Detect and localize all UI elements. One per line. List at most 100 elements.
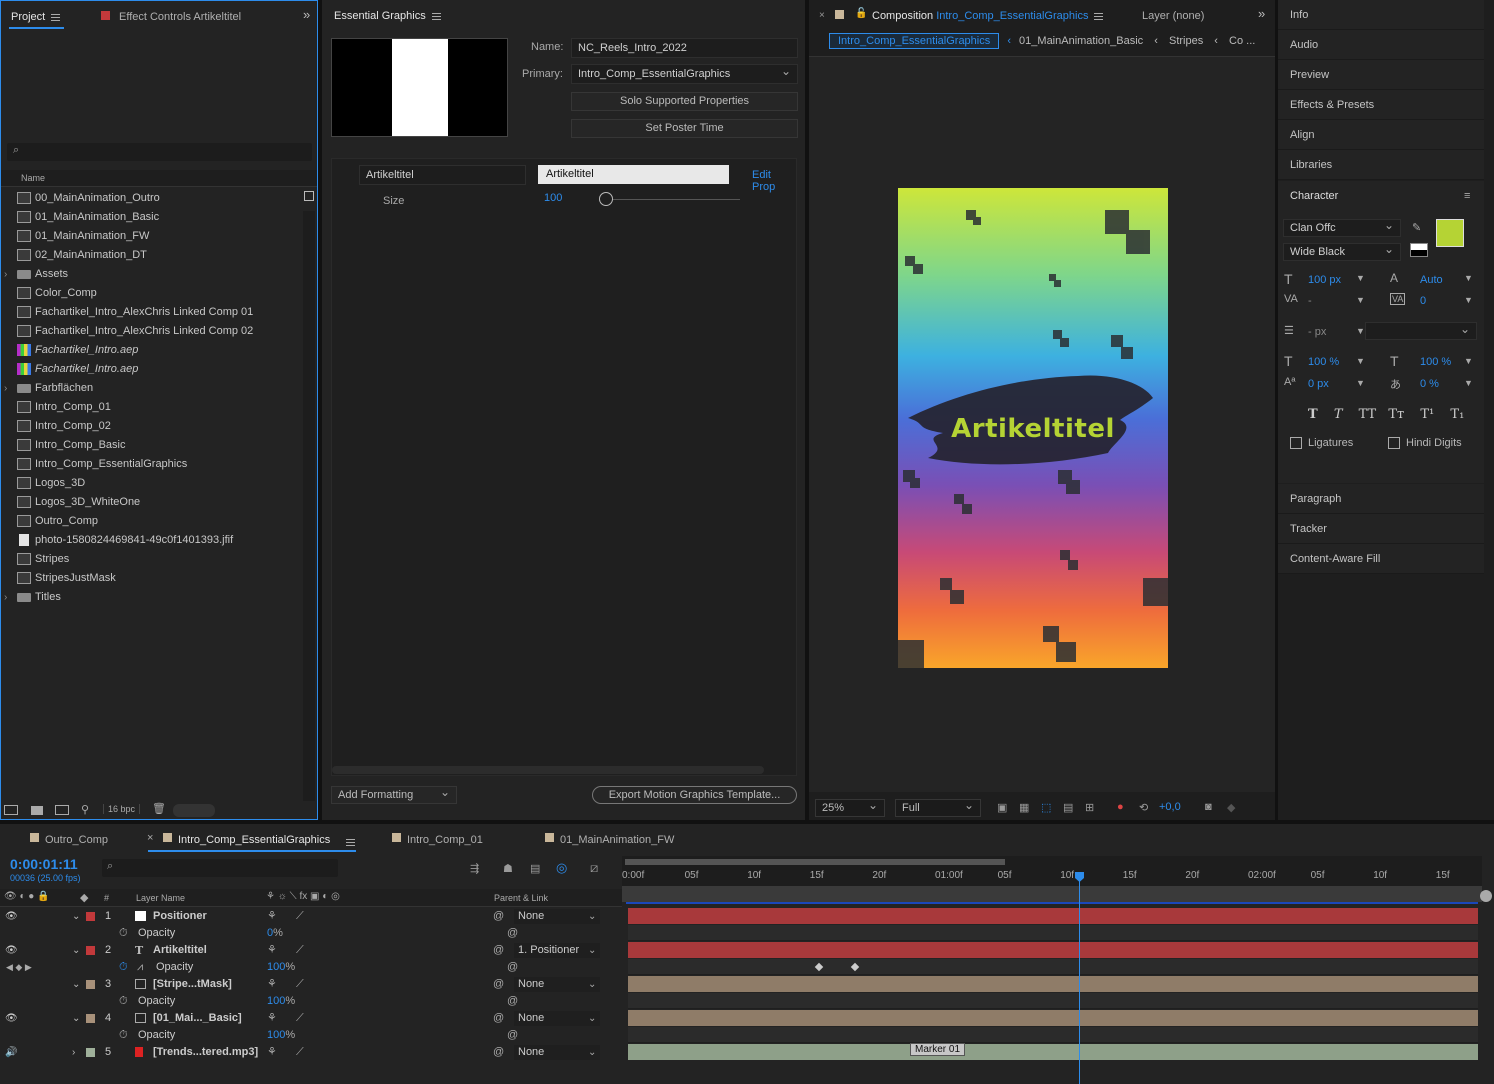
superscript-icon[interactable]: T¹ bbox=[1420, 407, 1434, 422]
exposure-reset-icon[interactable]: ⟲ bbox=[1139, 801, 1148, 814]
timeline-tab[interactable]: Intro_Comp_01 bbox=[407, 824, 483, 854]
shy-switch-icon[interactable]: ⚘ bbox=[267, 908, 277, 925]
tsume-value[interactable]: 0 % bbox=[1420, 378, 1439, 390]
set-poster-time-button[interactable]: Set Poster Time bbox=[571, 119, 798, 138]
stopwatch-icon[interactable]: ⏱ bbox=[119, 993, 128, 1010]
edit-properties-link[interactable]: Edit Prop bbox=[752, 169, 796, 193]
breadcrumb-item-current[interactable]: Intro_Comp_EssentialGraphics bbox=[829, 33, 1000, 49]
expression-pickwhip-icon[interactable]: @ bbox=[507, 1027, 518, 1044]
baseline-shift-value[interactable]: 0 px bbox=[1308, 378, 1329, 390]
property-row[interactable]: ⏱ Opacity 0% @ bbox=[0, 925, 622, 942]
kerning-value[interactable]: - bbox=[1308, 295, 1312, 307]
pickwhip-icon[interactable]: @ bbox=[493, 1010, 504, 1027]
add-formatting-dropdown[interactable]: Add Formatting bbox=[331, 784, 457, 804]
exposure-value[interactable]: +0,0 bbox=[1159, 801, 1181, 813]
expression-pickwhip-icon[interactable]: @ bbox=[507, 959, 518, 976]
label-color-swatch[interactable] bbox=[86, 912, 95, 921]
solo-supported-properties-button[interactable]: Solo Supported Properties bbox=[571, 92, 798, 111]
expand-chevron-icon[interactable]: › bbox=[72, 1044, 75, 1061]
bit-depth-label[interactable]: 16 bpc bbox=[103, 804, 141, 814]
property-value[interactable]: 100% bbox=[267, 993, 295, 1010]
timeline-search-input[interactable]: ⌕ bbox=[102, 859, 338, 877]
comp-canvas[interactable]: Artikeltitel bbox=[898, 188, 1168, 668]
timeline-end-handle[interactable] bbox=[1480, 890, 1492, 902]
size-slider-handle[interactable] bbox=[599, 192, 613, 206]
faux-bold-icon[interactable]: T bbox=[1308, 407, 1318, 422]
vertical-scale-value[interactable]: 100 % bbox=[1308, 356, 1339, 368]
panel-menu-icon[interactable] bbox=[346, 838, 355, 846]
project-scrollbar[interactable] bbox=[303, 211, 315, 801]
expand-chevron-icon[interactable]: ⌄ bbox=[72, 976, 80, 993]
project-item[interactable]: Stripes bbox=[17, 550, 299, 569]
faux-italic-icon[interactable]: T bbox=[1334, 407, 1343, 422]
eye-icon[interactable]: 👁 bbox=[5, 1010, 18, 1027]
layer-duration-bar[interactable] bbox=[628, 942, 1478, 958]
expand-chevron-icon[interactable]: ⌄ bbox=[72, 1010, 80, 1027]
eye-icon[interactable]: 👁 bbox=[5, 942, 18, 959]
current-timecode[interactable]: 0:00:01:11 bbox=[10, 856, 78, 872]
project-item[interactable]: 01_MainAnimation_Basic bbox=[17, 208, 299, 227]
snapshot-icon[interactable]: ◙ bbox=[1205, 801, 1212, 813]
project-item[interactable]: Intro_Comp_Basic bbox=[17, 436, 299, 455]
hindi-digits-checkbox[interactable] bbox=[1388, 437, 1400, 449]
subscript-icon[interactable]: T₁ bbox=[1450, 407, 1464, 422]
tab-composition[interactable]: Composition Intro_Comp_EssentialGraphics bbox=[872, 0, 1104, 30]
vertical-scale-chevron-icon[interactable]: ▼ bbox=[1356, 356, 1365, 366]
panel-effects-presets[interactable]: Effects & Presets bbox=[1278, 90, 1484, 120]
eyedropper-icon[interactable]: ✎ bbox=[1412, 221, 1421, 234]
font-size-chevron-icon[interactable]: ▼ bbox=[1356, 273, 1365, 283]
project-item[interactable]: Fachartikel_Intro_AlexChris Linked Comp … bbox=[17, 322, 299, 341]
panel-info[interactable]: Info bbox=[1278, 0, 1484, 30]
layer-name[interactable]: [Trends...tered.mp3] bbox=[153, 1044, 258, 1061]
expand-chevron-icon[interactable]: › bbox=[4, 379, 7, 398]
expand-chevron-icon[interactable]: › bbox=[4, 265, 7, 284]
mask-visibility-icon[interactable]: ⬚ bbox=[1041, 801, 1051, 814]
layer-marker[interactable]: Marker 01 bbox=[910, 1043, 966, 1056]
panel-preview[interactable]: Preview bbox=[1278, 60, 1484, 90]
graph-icon[interactable]: ⩘ bbox=[137, 959, 143, 976]
project-item[interactable]: photo-1580824469841-49c0f1401393.jfif bbox=[17, 531, 299, 550]
project-item[interactable]: › Farbflächen bbox=[4, 379, 299, 398]
quality-switch-icon[interactable]: ⟋ bbox=[296, 976, 304, 993]
fill-color-swatch[interactable] bbox=[1436, 219, 1464, 247]
pickwhip-icon[interactable]: @ bbox=[493, 1044, 504, 1061]
tab-effect-controls[interactable]: Effect Controls Artikeltitel bbox=[119, 1, 241, 31]
project-item[interactable]: Logos_3D bbox=[17, 474, 299, 493]
property-row[interactable]: ⏱ Opacity 100% @ bbox=[0, 993, 622, 1010]
resolution-dropdown[interactable]: Full bbox=[895, 797, 981, 817]
chevron-down-icon[interactable]: ⌄ bbox=[588, 1010, 596, 1027]
comp-flowchart-icon[interactable]: ⇶ bbox=[470, 862, 479, 875]
graph-editor-icon[interactable]: ⧄ bbox=[590, 860, 598, 876]
project-search-input[interactable]: ⌕ bbox=[7, 143, 312, 161]
panel-menu-icon[interactable] bbox=[1094, 12, 1104, 20]
project-item[interactable]: Intro_Comp_02 bbox=[17, 417, 299, 436]
size-slider-track[interactable] bbox=[606, 199, 740, 200]
expression-pickwhip-icon[interactable]: @ bbox=[507, 925, 518, 942]
show-snapshot-icon[interactable]: ◆ bbox=[1227, 801, 1235, 814]
label-color-swatch[interactable] bbox=[86, 946, 95, 955]
panel-menu-icon[interactable]: ≡ bbox=[1464, 190, 1470, 202]
property-track[interactable] bbox=[628, 925, 1478, 941]
project-hscroll[interactable] bbox=[173, 804, 215, 817]
layer-duration-bar[interactable] bbox=[628, 908, 1478, 924]
project-item[interactable]: 00_MainAnimation_Outro bbox=[17, 189, 299, 208]
layer-name[interactable]: Artikeltitel bbox=[153, 942, 207, 959]
interpret-footage-icon[interactable] bbox=[4, 805, 18, 815]
panel-paragraph[interactable]: Paragraph bbox=[1278, 484, 1484, 514]
zoom-dropdown[interactable]: 25% bbox=[815, 797, 885, 817]
label-color-swatch[interactable] bbox=[86, 980, 95, 989]
project-item[interactable]: Fachartikel_Intro_AlexChris Linked Comp … bbox=[17, 303, 299, 322]
property-value[interactable]: 0% bbox=[267, 925, 283, 942]
new-comp-icon[interactable] bbox=[55, 805, 69, 815]
expression-pickwhip-icon[interactable]: @ bbox=[507, 993, 518, 1010]
template-name-field[interactable]: NC_Reels_Intro_2022 bbox=[571, 38, 798, 58]
tracking-chevron-icon[interactable]: ▼ bbox=[1464, 295, 1473, 305]
transparency-grid-icon[interactable]: ▦ bbox=[1019, 801, 1029, 814]
leading-value[interactable]: Auto bbox=[1420, 274, 1443, 286]
breadcrumb-item[interactable]: Co ... bbox=[1229, 35, 1255, 47]
panel-tracker[interactable]: Tracker bbox=[1278, 514, 1484, 544]
chevron-down-icon[interactable]: ⌄ bbox=[588, 942, 596, 959]
project-item[interactable]: Fachartikel_Intro.aep bbox=[17, 360, 299, 379]
property-track[interactable] bbox=[628, 959, 1478, 975]
project-item[interactable]: Intro_Comp_01 bbox=[17, 398, 299, 417]
